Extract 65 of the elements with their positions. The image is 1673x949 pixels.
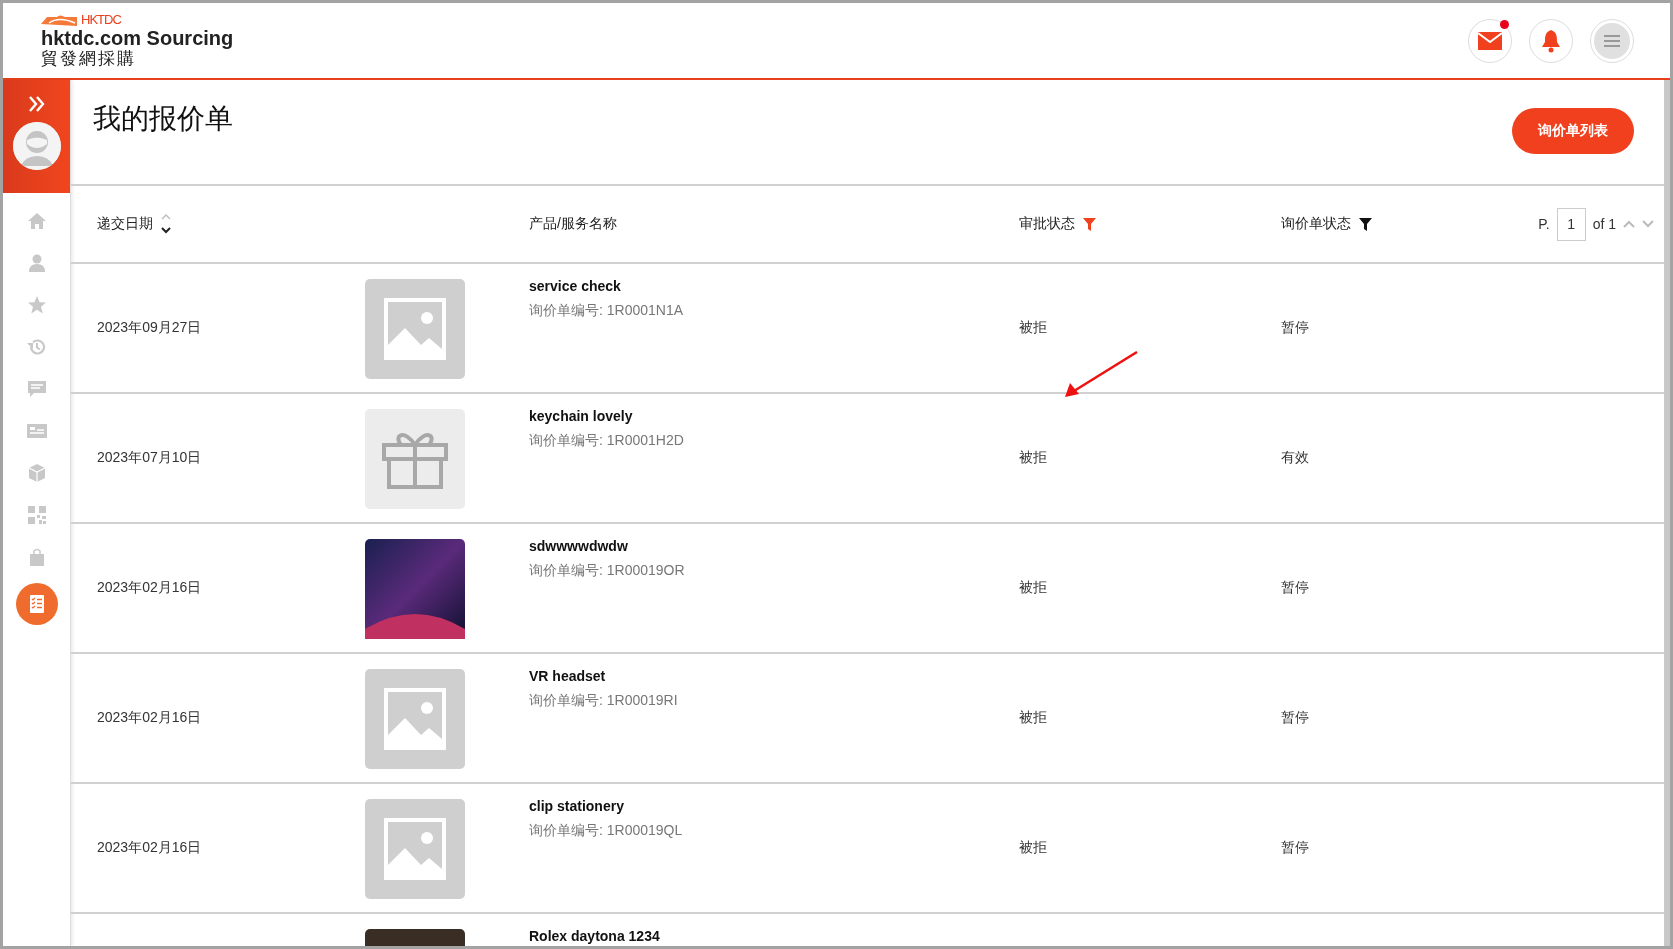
gift-icon bbox=[365, 409, 465, 509]
inquiry-status: 有效 bbox=[1281, 449, 1309, 467]
cube-icon bbox=[26, 463, 47, 483]
inquiry-status: 暂停 bbox=[1281, 839, 1309, 857]
id-card-icon bbox=[26, 421, 47, 441]
approval-status: 被拒 bbox=[1019, 709, 1047, 727]
inquiry-number: 询价单编号: 1R0001H2D bbox=[529, 432, 684, 450]
star-icon bbox=[26, 295, 47, 315]
product-name[interactable]: clip stationery bbox=[529, 798, 624, 814]
product-name[interactable]: keychain lovely bbox=[529, 408, 633, 424]
page-title: 我的报价单 bbox=[93, 102, 233, 136]
site-name[interactable]: hktdc.com Sourcing bbox=[41, 26, 234, 49]
menu-button[interactable] bbox=[1590, 18, 1634, 63]
page-total: of 1 bbox=[1592, 216, 1616, 232]
filter-icon[interactable] bbox=[1359, 217, 1372, 231]
person-icon bbox=[26, 253, 47, 273]
image-placeholder-icon bbox=[365, 279, 465, 379]
inquiry-list-button[interactable]: 询价单列表 bbox=[1512, 108, 1634, 154]
inquiry-number: 询价单编号: 1R00019QL bbox=[529, 822, 683, 840]
approval-status: 被拒 bbox=[1019, 449, 1047, 467]
column-header[interactable]: 审批状态 bbox=[1019, 215, 1075, 233]
inquiry-status: 暂停 bbox=[1281, 709, 1309, 727]
bell-icon bbox=[1540, 28, 1562, 53]
image-placeholder-icon bbox=[365, 799, 465, 899]
chevron-up-icon[interactable] bbox=[1623, 220, 1635, 228]
submission-date: 2023年09月27日 bbox=[97, 319, 202, 337]
mail-button[interactable] bbox=[1468, 18, 1512, 63]
sort-icon[interactable] bbox=[161, 213, 171, 235]
avatar-icon[interactable] bbox=[12, 122, 61, 170]
product-name[interactable]: service check bbox=[529, 278, 621, 294]
chevron-down-icon[interactable] bbox=[1642, 220, 1654, 228]
inquiry-status: 暂停 bbox=[1281, 319, 1309, 337]
column-header[interactable]: 询价单状态 bbox=[1281, 215, 1351, 233]
mail-icon bbox=[1478, 31, 1502, 50]
history-icon bbox=[26, 337, 47, 357]
inquiry-number: 询价单编号: 1R00019OR bbox=[529, 562, 685, 580]
image-placeholder-icon bbox=[365, 669, 465, 769]
approval-status: 被拒 bbox=[1019, 319, 1047, 337]
inquiry-number: 询价单编号: 1R00019RI bbox=[529, 692, 678, 710]
logo-icon bbox=[41, 13, 79, 26]
column-header[interactable]: 递交日期 bbox=[97, 215, 153, 233]
chat-icon bbox=[26, 379, 47, 399]
submission-date: 2023年02月16日 bbox=[97, 579, 202, 597]
home-icon bbox=[26, 211, 47, 231]
column-header[interactable]: 产品/服务名称 bbox=[529, 215, 617, 233]
logo-text: HKTDC bbox=[81, 13, 121, 26]
sidebar-item[interactable] bbox=[15, 583, 58, 625]
inquiry-number: 询价单编号: 1R0001N1A bbox=[529, 302, 684, 320]
submission-date: 2023年02月16日 bbox=[97, 709, 202, 727]
approval-status: 被拒 bbox=[1019, 839, 1047, 857]
submission-date: 2023年07月10日 bbox=[97, 449, 202, 467]
page-label: P. bbox=[1538, 216, 1550, 232]
product-name[interactable]: Rolex daytona 1234 bbox=[529, 928, 660, 944]
expand-button[interactable] bbox=[26, 94, 47, 114]
menu-icon bbox=[1604, 34, 1620, 47]
notification-button[interactable] bbox=[1529, 18, 1573, 63]
product-name[interactable]: VR headset bbox=[529, 668, 606, 684]
double-chevron-icon bbox=[26, 94, 47, 114]
site-name-chinese: 貿發網採購 bbox=[41, 48, 137, 69]
approval-status: 被拒 bbox=[1019, 579, 1047, 597]
page-number-field[interactable]: 1 bbox=[1556, 207, 1586, 241]
product-name[interactable]: sdwwwwdwdw bbox=[529, 538, 628, 554]
submission-date: 2023年02月16日 bbox=[97, 839, 202, 857]
inquiry-status: 暂停 bbox=[1281, 579, 1309, 597]
qr-code-icon bbox=[26, 505, 47, 525]
